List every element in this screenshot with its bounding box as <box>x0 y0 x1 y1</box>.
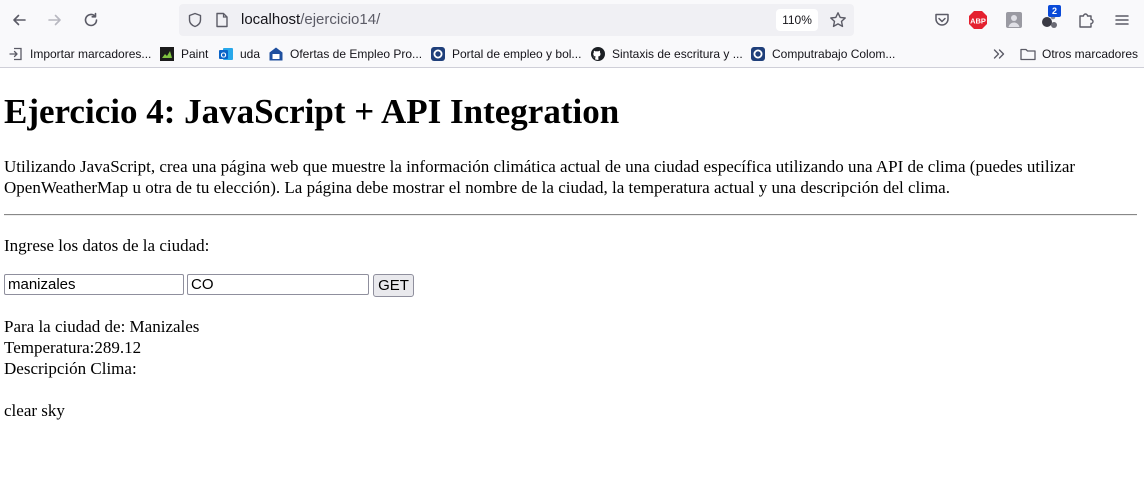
url-path: /ejercicio14/ <box>300 11 381 28</box>
folder-icon <box>1020 46 1036 62</box>
back-arrow-icon <box>13 14 26 26</box>
bookmark-label: Sintaxis de escritura y ... <box>612 47 743 61</box>
bookmark-item-computrabajo[interactable]: Computrabajo Colom... <box>750 44 895 64</box>
bookmark-label: Paint <box>181 47 209 61</box>
bookmark-label: Portal de empleo y bol... <box>452 47 582 61</box>
url-host: localhost <box>241 11 301 28</box>
exercise-description: Utilizando JavaScript, crea una página w… <box>4 157 1076 197</box>
browser-toolbar: localhost/ejercicio14/ 110% ABP 2 <box>0 0 1144 40</box>
bookmark-item-portal[interactable]: Portal de empleo y bol... <box>430 44 581 64</box>
page-icon <box>216 12 228 28</box>
import-icon <box>8 46 24 62</box>
result-temperature: Temperatura:289.12 <box>4 338 142 357</box>
bookmark-item-ofertas[interactable]: Ofertas de Empleo Pro... <box>268 44 422 64</box>
other-bookmarks-label: Otros marcadores <box>1042 47 1139 61</box>
reload-button[interactable] <box>79 8 103 32</box>
address-bar[interactable]: localhost/ejercicio14/ 110% <box>179 4 854 36</box>
bookmark-item-uda[interactable]: O uda <box>218 44 260 64</box>
extension-badge-button[interactable]: 2 <box>1038 5 1062 32</box>
profile-extension-icon <box>1006 12 1022 28</box>
bookmark-item-importar[interactable]: Importar marcadores... <box>8 44 151 64</box>
url-text: localhost/ejercicio14/ <box>241 11 380 28</box>
forward-arrow-icon <box>48 14 61 26</box>
bookmark-item-sintaxis[interactable]: Sintaxis de escritura y ... <box>590 44 743 64</box>
reload-icon <box>84 12 98 27</box>
adblock-button[interactable]: ABP <box>966 8 990 32</box>
extensions-button[interactable] <box>1074 8 1098 32</box>
computrabajo-icon <box>750 46 766 62</box>
bookmark-label: Ofertas de Empleo Pro... <box>290 47 423 61</box>
menu-button[interactable] <box>1110 8 1134 32</box>
puzzle-icon <box>1079 13 1094 28</box>
result-description: clear sky <box>4 401 65 420</box>
result-city: Para la ciudad de: Manizales <box>4 317 200 336</box>
city-prompt: Ingrese los datos de la ciudad: <box>4 236 210 255</box>
svg-text:O: O <box>221 51 227 60</box>
city-input[interactable] <box>4 274 184 295</box>
other-bookmarks-folder[interactable]: Otros marcadores <box>1020 44 1138 64</box>
page-title: Ejercicio 4: JavaScript + API Integratio… <box>4 92 620 131</box>
result-description-label: Descripción Clima: <box>4 359 137 378</box>
job-portal-icon <box>430 46 446 62</box>
bookmark-label: Importar marcadores... <box>30 47 152 61</box>
bookmarks-overflow-button[interactable] <box>991 44 1013 64</box>
star-bookmark-icon[interactable] <box>829 11 847 29</box>
bookmarks-bar: Importar marcadores... Paint O uda Ofert… <box>0 40 1144 68</box>
adblock-icon: ABP <box>969 11 987 29</box>
hamburger-menu-icon <box>1115 15 1129 25</box>
notification-badge: 2 <box>1048 5 1061 17</box>
back-button[interactable] <box>7 8 31 32</box>
double-chevron-icon <box>991 46 1007 62</box>
paint-icon <box>159 46 175 62</box>
horizontal-rule <box>4 214 1137 216</box>
pocket-button[interactable] <box>930 8 954 32</box>
shield-icon <box>188 12 202 28</box>
bookmark-label: uda <box>240 47 261 61</box>
github-icon <box>590 46 606 62</box>
get-button[interactable]: GET <box>373 274 414 297</box>
country-input[interactable] <box>187 274 369 295</box>
zoom-indicator[interactable]: 110% <box>776 9 818 31</box>
job-offers-icon <box>268 46 284 62</box>
svg-text:ABP: ABP <box>970 17 986 26</box>
bookmark-label: Computrabajo Colom... <box>772 47 896 61</box>
profile-extension-button[interactable] <box>1002 8 1026 32</box>
pocket-icon <box>935 13 949 26</box>
outlook-icon: O <box>218 46 234 62</box>
bookmark-item-paint[interactable]: Paint <box>159 44 208 64</box>
forward-button[interactable] <box>43 8 67 32</box>
